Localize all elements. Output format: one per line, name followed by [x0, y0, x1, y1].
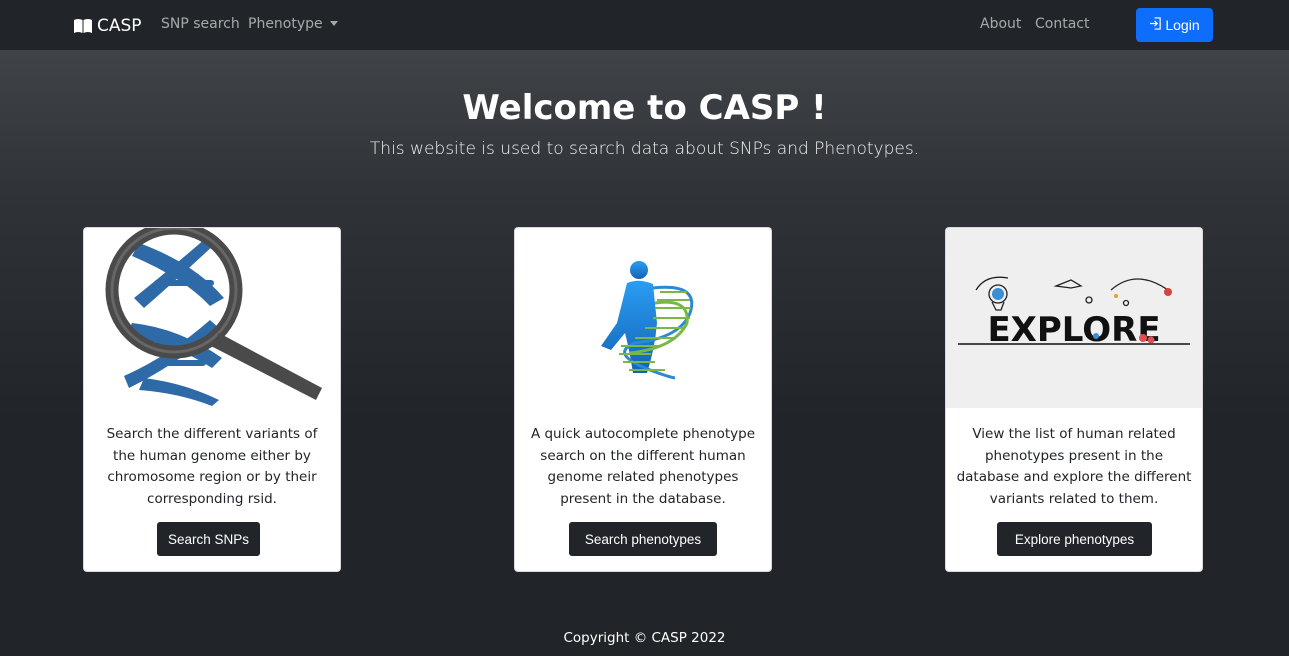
caret-down-icon [329, 21, 338, 26]
card-phenotype-search: A quick autocomplete phenotype search on… [514, 227, 772, 572]
page-title: Welcome to CASP ! [462, 88, 827, 128]
brand-label: CASP [97, 16, 142, 36]
footer-copyright: Copyright © CASP 2022 [563, 630, 726, 646]
nav-about[interactable]: About [980, 16, 1021, 32]
nav-phenotype-label: Phenotype [248, 16, 323, 32]
human-dna-image [515, 228, 771, 408]
explore-illustration-image: EXPLORE [946, 228, 1202, 408]
card-snp-description: Search the different variants of the hum… [106, 426, 318, 507]
login-label: Login [1165, 17, 1200, 33]
login-icon [1149, 17, 1162, 33]
nav-phenotype-dropdown[interactable]: Phenotype [248, 16, 338, 32]
top-navbar: CASP SNP search Phenotype About Contact … [0, 0, 1289, 50]
card-phenotype-description: A quick autocomplete phenotype search on… [530, 426, 756, 507]
search-phenotypes-button[interactable]: Search phenotypes [569, 522, 717, 556]
dna-magnifier-image [84, 228, 340, 408]
brand-link[interactable]: CASP [73, 14, 142, 38]
nav-snp-search[interactable]: SNP search [161, 16, 240, 32]
card-snp-search: Search the different variants of the hum… [83, 227, 341, 572]
explore-phenotypes-button[interactable]: Explore phenotypes [997, 522, 1152, 556]
nav-contact[interactable]: Contact [1035, 16, 1089, 32]
card-explore-description: View the list of human related phenotype… [956, 426, 1192, 507]
page-subtitle: This website is used to search data abou… [369, 139, 920, 159]
card-explore: EXPLORE View the list of human related p… [945, 227, 1203, 572]
search-snps-button[interactable]: Search SNPs [157, 522, 260, 556]
login-button[interactable]: Login [1136, 8, 1213, 42]
book-icon [73, 18, 93, 34]
